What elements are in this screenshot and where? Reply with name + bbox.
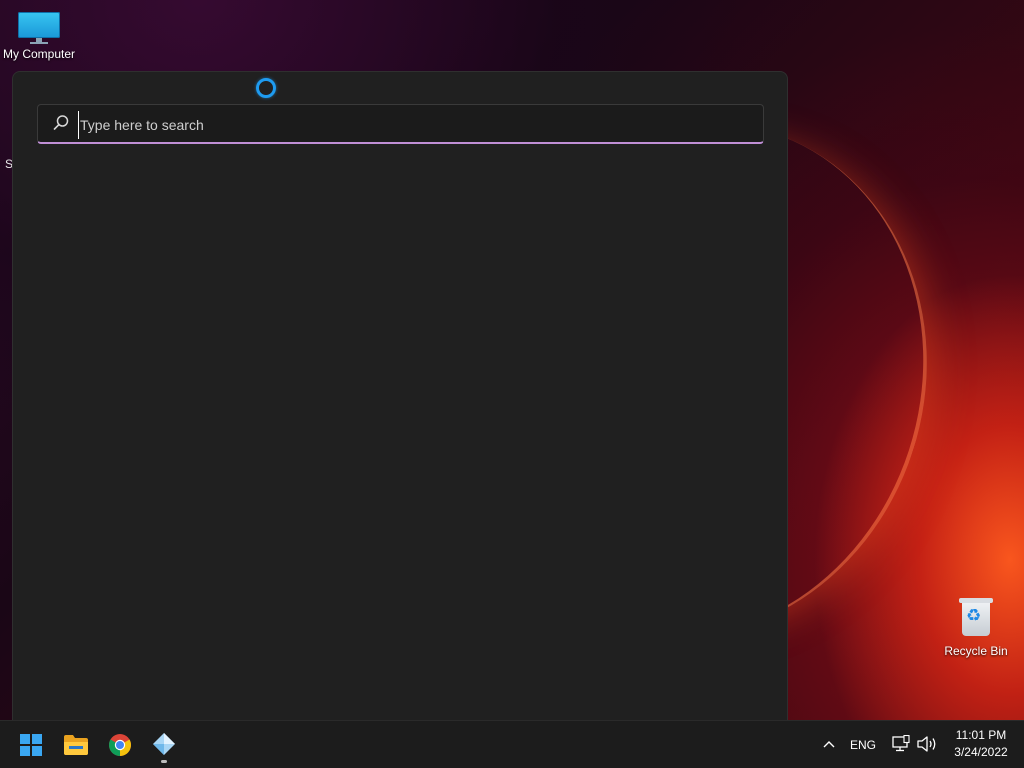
search-input[interactable]: [78, 111, 742, 139]
speaker-icon[interactable]: [916, 735, 938, 753]
language-indicator[interactable]: ENG: [850, 738, 876, 752]
search-box[interactable]: [37, 104, 764, 144]
running-indicator: [161, 760, 167, 763]
diamond-app-icon: [153, 733, 175, 755]
recycle-bin-icon: ♻: [959, 596, 993, 638]
folder-icon: [64, 735, 88, 755]
clock[interactable]: 11:01 PM 3/24/2022: [944, 727, 1018, 761]
clock-date: 3/24/2022: [954, 745, 1008, 759]
clock-time: 11:01 PM: [955, 728, 1007, 742]
cortana-icon[interactable]: [256, 78, 276, 98]
monitor-icon: [18, 10, 60, 44]
desktop-icon-label: Recycle Bin: [944, 644, 1008, 658]
chrome-icon: [109, 734, 131, 756]
taskbar: ENG 11:01 PM 3/24/2022: [0, 720, 1024, 768]
network-icon[interactable]: [891, 735, 911, 753]
search-flyout: [12, 71, 788, 720]
file-explorer-button[interactable]: [56, 725, 96, 765]
desktop-icon-label: My Computer: [2, 47, 76, 61]
search-icon: [53, 115, 69, 130]
chrome-button[interactable]: [100, 725, 140, 765]
chevron-up-icon[interactable]: [818, 733, 840, 755]
start-button[interactable]: [12, 725, 52, 765]
desktop-icon-my-computer[interactable]: My Computer: [0, 8, 78, 61]
desktop-icon-recycle-bin[interactable]: ♻ Recycle Bin: [940, 596, 1012, 658]
windows-logo-icon: [20, 734, 43, 757]
pinned-app-button[interactable]: [144, 725, 184, 765]
